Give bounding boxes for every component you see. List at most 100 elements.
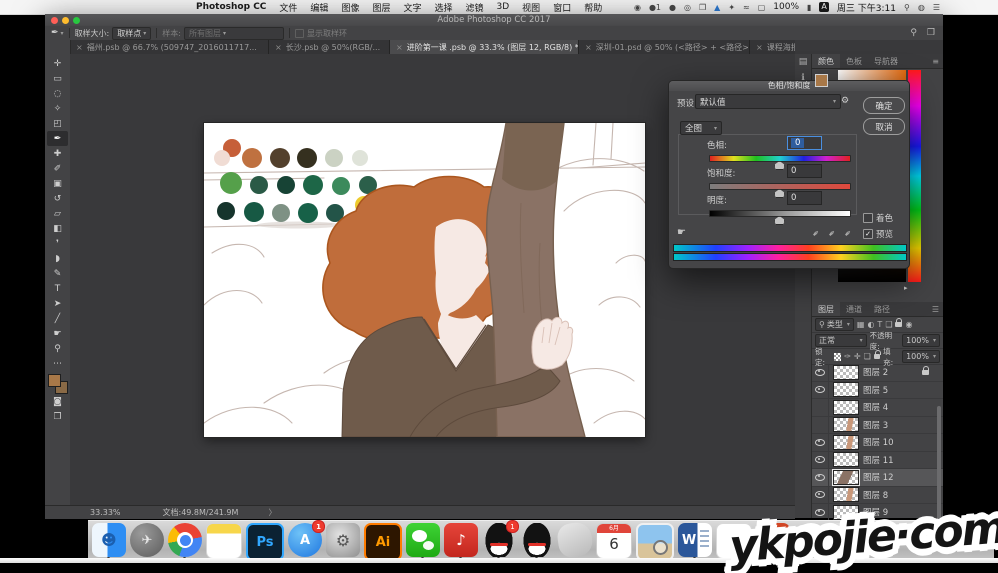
eyedropper-add-icon[interactable]: ✒ xyxy=(827,228,839,240)
wifi-icon[interactable]: ≈ xyxy=(743,3,750,12)
doc-tab-active-lesson[interactable]: × 进阶第一课 .psb @ 33.3% (图层 12, RGB/8) * xyxy=(390,40,579,54)
layer-row-11[interactable]: 图层 11 xyxy=(812,452,943,470)
preset-dropdown[interactable]: 默认值 ▾ xyxy=(695,94,841,109)
layer-thumbnail[interactable] xyxy=(833,417,859,432)
document-canvas[interactable] xyxy=(204,123,645,437)
visibility-toggle[interactable] xyxy=(812,399,829,416)
layer-row-8[interactable]: 图层 8 xyxy=(812,487,943,505)
bell-icon[interactable]: ● xyxy=(669,3,676,12)
menu-edit[interactable]: 编辑 xyxy=(310,1,328,14)
hue-value-input[interactable]: 0 xyxy=(787,136,822,150)
fill-dropdown[interactable]: 100%▾ xyxy=(902,350,940,363)
close-tab-icon[interactable]: × xyxy=(76,43,83,52)
menu-select[interactable]: 选择 xyxy=(434,1,452,14)
lightness-value-input[interactable]: 0 xyxy=(787,191,822,205)
spotlight-icon[interactable]: ⚲ xyxy=(904,3,910,12)
panel-menu-icon[interactable]: ≡ xyxy=(932,57,939,66)
tool-gradient[interactable]: ◧ xyxy=(47,221,68,236)
close-tab-icon[interactable]: × xyxy=(275,43,282,52)
input-method-badge[interactable]: A xyxy=(819,2,828,12)
menu-type[interactable]: 文字 xyxy=(403,1,421,14)
visibility-toggle[interactable] xyxy=(812,469,829,486)
filter-smart-object-icon[interactable] xyxy=(895,322,902,327)
tool-type[interactable]: T xyxy=(47,281,68,296)
tool-marquee[interactable]: ▭ xyxy=(47,71,68,86)
monitor-icon[interactable]: ▢ xyxy=(758,3,766,12)
layer-thumbnail[interactable] xyxy=(833,435,859,450)
layer-thumbnail[interactable] xyxy=(833,470,859,485)
dock-photoshop[interactable]: Ps xyxy=(246,523,284,561)
foreground-background-swatches[interactable] xyxy=(47,374,68,394)
display-icon[interactable]: ❒ xyxy=(699,3,706,12)
tab-color[interactable]: 颜色 xyxy=(812,54,840,68)
foreground-color-swatch[interactable] xyxy=(48,374,61,387)
menu-image[interactable]: 图像 xyxy=(341,1,359,14)
spectrum-bar-bottom[interactable] xyxy=(673,253,907,261)
filter-toggle-pin[interactable]: ◉ xyxy=(905,320,912,329)
menu-layer[interactable]: 图层 xyxy=(372,1,390,14)
preset-gear-icon[interactable]: ⚙ xyxy=(841,96,849,106)
tab-layers[interactable]: 图层 xyxy=(812,302,840,316)
visibility-toggle[interactable] xyxy=(812,382,829,399)
dock-word[interactable]: W xyxy=(678,523,712,557)
menu-help[interactable]: 帮助 xyxy=(584,1,602,14)
foreground-chip[interactable] xyxy=(815,74,828,87)
layer-thumbnail[interactable] xyxy=(833,365,859,380)
layer-thumbnail[interactable] xyxy=(833,382,859,397)
tab-paths[interactable]: 路径 xyxy=(868,302,896,316)
bell-badge-icon[interactable]: ●1 xyxy=(649,3,661,12)
lock-transparent-icon[interactable] xyxy=(834,353,841,361)
filter-pixel-icon[interactable]: ▦ xyxy=(857,320,865,329)
tool-crop[interactable]: ◰ xyxy=(47,116,68,131)
tool-blur[interactable]: ❜ xyxy=(47,236,68,251)
tool-healing-brush[interactable]: ✚ xyxy=(47,146,68,161)
dock-qq-2[interactable] xyxy=(520,523,554,557)
doc-tab-fuzhou[interactable]: × 福州.psb @ 66.7% (509747_2016011717... xyxy=(70,40,269,54)
menu-window[interactable]: 窗口 xyxy=(553,1,571,14)
cancel-button[interactable]: 取消 xyxy=(863,118,905,135)
dock-launchpad[interactable]: ✈ xyxy=(130,523,164,557)
tool-quick-mask[interactable]: ◙ xyxy=(47,394,68,409)
hue-slider[interactable] xyxy=(709,155,851,162)
dock-notes[interactable] xyxy=(206,523,242,559)
dock-calendar[interactable]: 6月6 xyxy=(596,523,632,559)
tool-move[interactable]: ✛ xyxy=(47,56,68,71)
close-tab-icon[interactable]: × xyxy=(585,43,592,52)
visibility-toggle[interactable] xyxy=(812,417,829,434)
tab-swatches[interactable]: 色板 xyxy=(840,54,868,68)
visibility-toggle[interactable] xyxy=(812,434,829,451)
doc-tab-shenzhen[interactable]: × 深圳-01.psd @ 50% (<路径> + <路径>, C... xyxy=(579,40,750,54)
checkbox-box[interactable] xyxy=(863,213,873,223)
tool-brush[interactable]: ✐ xyxy=(47,161,68,176)
layer-row-12-selected[interactable]: 图层 12 xyxy=(812,469,943,487)
filter-type-layers-icon[interactable]: T xyxy=(877,320,882,329)
tool-clone-stamp[interactable]: ▣ xyxy=(47,176,68,191)
tool-path-selection[interactable]: ➤ xyxy=(47,296,68,311)
saturation-value-input[interactable]: 0 xyxy=(787,164,822,178)
tool-zoom[interactable]: ⚲ xyxy=(47,341,68,356)
targeted-adjustment-icon[interactable]: ☛ xyxy=(677,227,686,238)
dock-system-preferences[interactable]: ⚙ xyxy=(326,523,360,557)
workspace-icon[interactable]: ❒ xyxy=(927,28,935,38)
notification-center-icon[interactable]: ☰ xyxy=(933,3,940,12)
dock-wechat[interactable] xyxy=(406,523,440,557)
lightness-slider[interactable] xyxy=(709,210,851,217)
lightness-slider-thumb[interactable] xyxy=(774,216,785,225)
zoom-percent-field[interactable]: 33.33% xyxy=(90,508,121,517)
eyedropper-sample-icon[interactable]: ✒ xyxy=(811,228,823,240)
mountain-app-icon[interactable]: ▲ xyxy=(714,3,720,12)
camera-icon[interactable]: ◎ xyxy=(684,3,691,12)
key-icon[interactable]: ✦ xyxy=(728,3,735,12)
tool-dodge[interactable]: ◗ xyxy=(47,251,68,266)
preview-checkbox[interactable]: ✓ 预览 xyxy=(863,228,893,240)
app-menu-title[interactable]: Photoshop CC xyxy=(196,2,266,12)
filter-adjustment-icon[interactable]: ◐ xyxy=(867,320,874,329)
opacity-dropdown[interactable]: 100%▾ xyxy=(902,334,940,347)
visibility-toggle[interactable] xyxy=(812,452,829,469)
lock-pixels-icon[interactable]: ✑ xyxy=(844,352,851,361)
sample-size-dropdown[interactable]: 取样点▾ xyxy=(112,27,151,40)
menu-clock[interactable]: 周三 下午3:11 xyxy=(837,1,896,14)
close-tab-icon[interactable]: × xyxy=(396,43,403,52)
dialog-title[interactable]: 色相/饱和度 xyxy=(669,81,909,91)
visibility-toggle[interactable] xyxy=(812,487,829,504)
